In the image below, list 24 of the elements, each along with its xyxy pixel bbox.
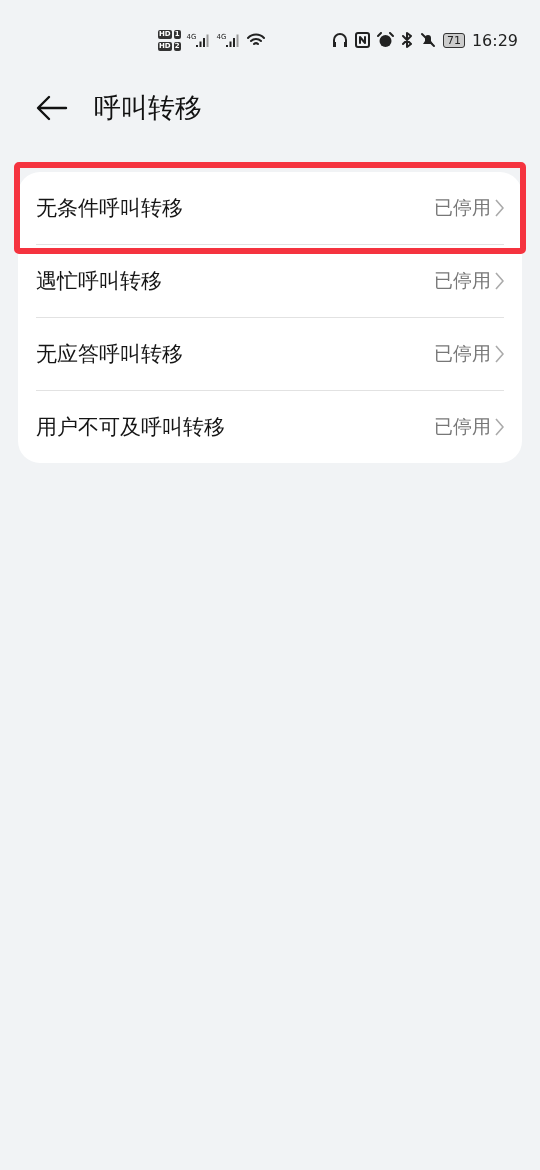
setting-status: 已停用 xyxy=(434,195,491,220)
setting-label[interactable]: 无应答呼叫转移 xyxy=(36,340,183,368)
setting-label[interactable]: 无条件呼叫转移 xyxy=(36,194,183,222)
chevron-right-icon xyxy=(495,418,504,436)
nfc-icon xyxy=(354,32,370,48)
setting-status: 已停用 xyxy=(434,414,491,439)
page-title: 呼叫转移 xyxy=(94,91,202,125)
clock: 16:29 xyxy=(471,30,518,50)
chevron-right-icon xyxy=(495,272,504,290)
back-arrow-icon[interactable] xyxy=(36,95,68,121)
setting-status: 已停用 xyxy=(434,341,491,366)
alarm-icon xyxy=(376,32,394,48)
wifi-icon xyxy=(246,32,267,48)
setting-status: 已停用 xyxy=(434,268,491,293)
battery-level: 71 xyxy=(442,32,465,48)
headphones-icon xyxy=(331,32,348,48)
chevron-right-icon xyxy=(495,199,504,217)
signal-icon xyxy=(196,33,211,47)
bluetooth-icon xyxy=(400,32,413,48)
chevron-right-icon xyxy=(495,345,504,363)
signal-icon xyxy=(226,33,241,47)
setting-label[interactable]: 用户不可及呼叫转移 xyxy=(36,413,225,441)
setting-label[interactable]: 遇忙呼叫转移 xyxy=(36,267,162,295)
bell-muted-icon xyxy=(419,32,436,48)
